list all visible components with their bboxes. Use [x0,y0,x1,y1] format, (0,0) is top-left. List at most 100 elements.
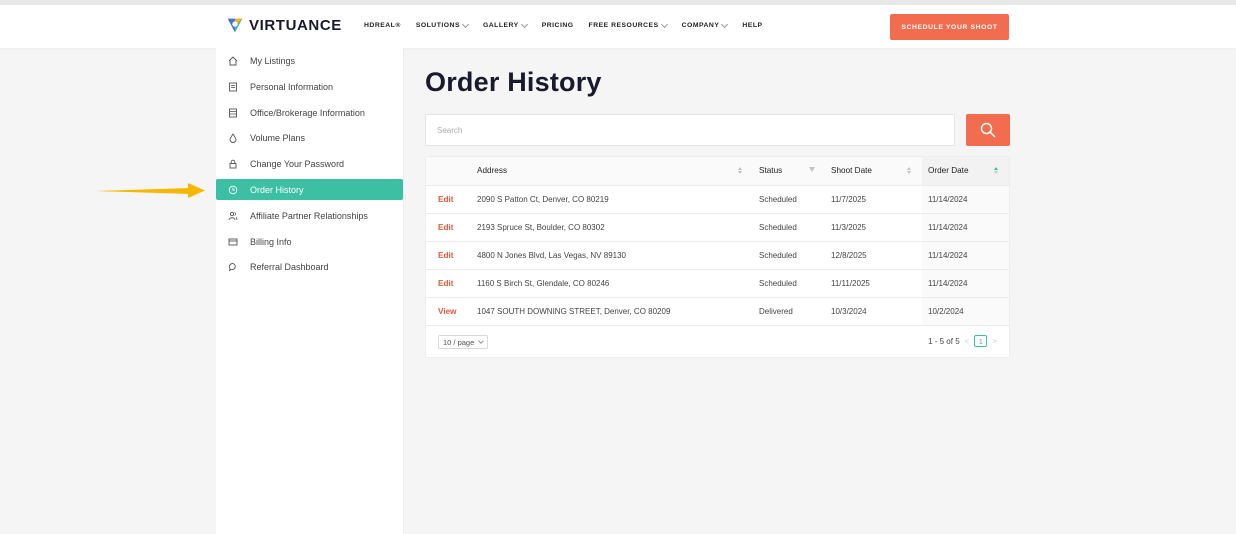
nav-item-pricing[interactable]: PRICING [542,22,574,29]
action-cell: View [426,297,471,326]
chevron-down-icon [478,337,485,344]
site-header: VIRTUANCE HDREAL® SOLUTIONS GALLERY PRICING… [0,5,1236,48]
sidebar-item-personal-information[interactable]: Personal Information [216,76,403,97]
address-cell: 2090 S Patton Ct, Denver, CO 80219 [477,194,609,204]
nav-item-solutions[interactable]: SOLUTIONS [416,20,470,29]
droplet-icon [216,132,250,143]
pointer-arrow-icon [96,183,205,198]
table-header-row: Address Status Shoot Date Order Date [426,157,1009,186]
sidebar-item-label: Personal Information [250,81,334,92]
table-row: View 1047 SOUTH DOWNING STREET, Denver, C… [426,297,1009,326]
table-row: Edit 1160 S Birch St, Glendale, CO 80246 S… [426,269,1009,298]
status-cell: Scheduled [753,185,825,214]
next-page-icon[interactable]: > [992,337,997,346]
shoot-date-cell: 10/3/2024 [825,297,922,326]
prev-page-icon[interactable]: < [965,337,970,346]
home-icon [216,55,250,66]
order-date-cell: 11/14/2024 [928,194,968,204]
row-edit-link[interactable]: Edit [438,251,453,260]
logo-text: VIRTUANCE [249,16,342,34]
table-row: Edit 4800 N Jones Blvd, Las Vegas, NV 891… [426,241,1009,270]
pagination: 1 - 5 of 5 < 1 > [928,335,997,347]
page-size-select[interactable]: 10 / page [438,335,489,349]
column-header-order-date[interactable]: Order Date [922,157,1009,186]
status-cell: Scheduled [753,213,825,242]
logo[interactable]: VIRTUANCE [226,16,342,34]
table-row: Edit 2090 S Patton Ct, Denver, CO 80219 Sc… [426,185,1009,214]
row-edit-link[interactable]: Edit [438,195,453,204]
action-cell: Edit [426,269,471,298]
main-nav: HDREAL® SOLUTIONS GALLERY PRICING FREE RESOU… [364,20,763,29]
credit-card-icon [216,237,250,247]
address-cell: 4800 N Jones Blvd, Las Vegas, NV 89130 [477,250,626,260]
address-cell: 2193 Spruce St, Boulder, CO 80302 [477,222,605,232]
chat-icon [216,262,250,272]
nav-item-company[interactable]: COMPANY [682,20,729,29]
table-row: Edit 2193 Spruce St, Boulder, CO 80302 Sch… [426,213,1009,242]
schedule-shoot-button[interactable]: SCHEDULE YOUR SHOOT [890,14,1009,40]
status-cell: Scheduled [759,250,797,260]
order-date-cell: 11/14/2024 [928,250,968,260]
order-date-cell: 11/14/2024 [928,278,968,288]
sidebar-item-volume-plans[interactable]: Volume Plans [216,127,403,148]
shoot-date-cell: 11/7/2025 [825,185,922,214]
page-number[interactable]: 1 [974,335,988,347]
building-icon [216,108,250,118]
nav-item-hdreal[interactable]: HDREAL® [364,22,401,29]
history-icon [216,185,250,195]
users-icon [216,211,250,221]
address-cell: 1047 SOUTH DOWNING STREET, Denver, CO 80… [477,306,671,316]
row-edit-link[interactable]: Edit [438,223,453,232]
sidebar-item-change-your-password[interactable]: Change Your Password [216,153,403,174]
address-cell: 2090 S Patton Ct, Denver, CO 80219 [471,185,753,214]
page-title: Order History [425,67,602,97]
sort-icon[interactable] [907,167,911,174]
lock-icon [216,159,250,169]
search-icon [980,122,996,138]
row-view-link[interactable]: View [438,307,457,316]
search-input[interactable] [425,114,955,146]
order-date-cell: 11/14/2024 [928,222,968,232]
shoot-date-cell: 12/8/2025 [825,241,922,270]
nav-item-help[interactable]: HELP [742,22,762,29]
column-header-status[interactable]: Status [753,157,825,186]
status-cell: Delivered [753,297,825,326]
sidebar-item-my-listings[interactable]: My Listings [216,50,403,71]
document-icon [216,82,250,92]
chevron-down-icon [461,20,470,28]
order-date-cell: 10/2/2024 [928,306,964,316]
shoot-date-cell: 11/7/2025 [831,194,866,204]
sort-icon[interactable] [738,167,742,174]
sidebar-item-label: My Listings [250,55,296,66]
sidebar-item-affiliate-partner-relationships[interactable]: Affiliate Partner Relationships [216,205,403,226]
sidebar-item-label: Volume Plans [250,132,306,143]
order-date-cell: 10/2/2024 [922,297,1009,326]
action-cell: Edit [426,241,471,270]
sort-icon[interactable] [994,167,998,174]
sidebar-item-order-history[interactable]: Order History [216,179,403,200]
column-header-shoot-date[interactable]: Shoot Date [825,157,922,186]
status-cell: Scheduled [759,194,797,204]
address-cell: 1047 SOUTH DOWNING STREET, Denver, CO 80… [471,297,753,326]
nav-item-free-resources[interactable]: FREE RESOURCES [589,20,668,29]
column-header-action [426,157,471,186]
sidebar-item-referral-dashboard[interactable]: Referral Dashboard [216,256,403,277]
sidebar-item-billing-info[interactable]: Billing Info [216,231,403,252]
nav-item-gallery[interactable]: GALLERY [483,20,528,29]
status-cell: Scheduled [759,222,797,232]
search-button[interactable] [966,114,1010,146]
column-header-address[interactable]: Address [471,157,753,186]
action-cell: Edit [426,213,471,242]
row-edit-link[interactable]: Edit [438,279,453,288]
order-date-cell: 11/14/2024 [922,185,1009,214]
status-cell: Scheduled [753,241,825,270]
shoot-date-cell: 11/3/2025 [825,213,922,242]
sidebar-item-label: Referral Dashboard [250,261,329,272]
virtuance-logo-icon [227,18,243,33]
sidebar-item-office-brokerage-information[interactable]: Office/Brokerage Information [216,102,403,123]
sidebar-item-label: Billing Info [250,236,292,247]
account-sidebar: My Listings Personal Information Office/Br… [216,48,404,534]
order-date-cell: 11/14/2024 [922,213,1009,242]
address-cell: 1160 S Birch St, Glendale, CO 80246 [471,269,753,298]
filter-icon[interactable] [809,167,815,172]
